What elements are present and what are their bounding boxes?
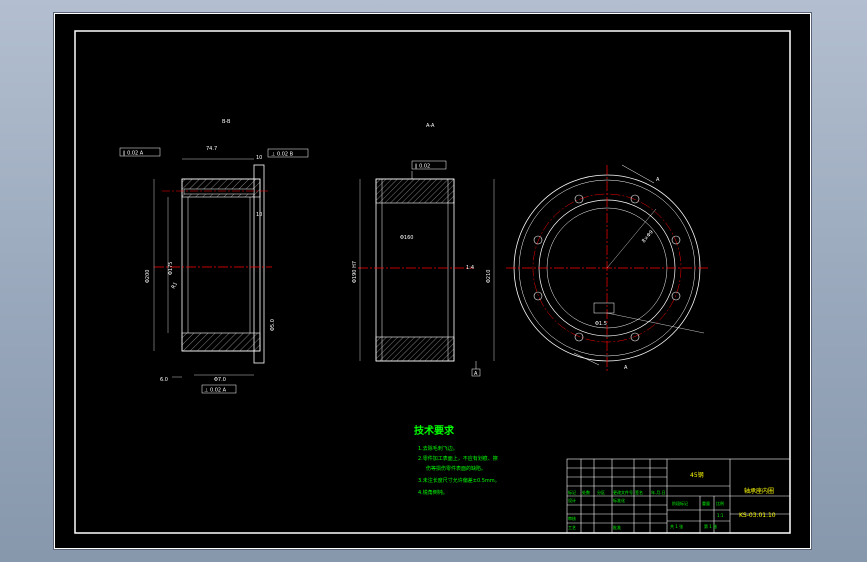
left-dim-top-text: 74.7 bbox=[206, 146, 217, 152]
title-block[interactable] bbox=[566, 458, 791, 534]
left-view-label: B-B bbox=[222, 119, 231, 125]
tb-sheet-no: 第 1 张 bbox=[704, 523, 717, 529]
tb-sheet-total: 共 1 张 bbox=[670, 523, 683, 529]
tb-col-label-2: 重量 bbox=[702, 500, 710, 506]
tb-col-label-1: 阶段标记 bbox=[672, 500, 688, 506]
bolt-hole-4 bbox=[533, 291, 543, 301]
left-dim-top-right-text: 10 bbox=[256, 155, 262, 161]
middle-tol: ∥ 0.02 bbox=[415, 164, 430, 170]
tech-req-line-1: 1.去除毛刺飞边。 bbox=[418, 445, 458, 452]
left-tol-right: ⊥ 0.02 B bbox=[271, 152, 294, 158]
right-label-a-bottom: A bbox=[624, 365, 628, 371]
drawing-viewport[interactable]: B-B ∥ 0.02 A 74.7 10 ⊥ 0.02 B 10 Φ200 Φ1… bbox=[54, 13, 811, 549]
tb-material: 45钢 bbox=[690, 471, 704, 479]
tb-row-label-4: 更改文件号 bbox=[613, 489, 633, 495]
technical-requirements[interactable]: 技术要求 1.去除毛刺飞边。 2.零件加工表面上，不应有划痕、擦 伤等损伤零件表… bbox=[414, 424, 500, 496]
tb-row-label-3: 分区 bbox=[597, 489, 605, 495]
tb-drawing-no: KS-03.01.10 bbox=[739, 512, 776, 519]
bolt-hole-2 bbox=[671, 291, 681, 301]
left-tol-top: ∥ 0.02 A bbox=[123, 151, 144, 157]
middle-bottom-wall bbox=[375, 336, 455, 362]
slot-mark bbox=[593, 302, 615, 314]
right-dim-callout: 8×Φ9 bbox=[641, 229, 655, 244]
middle-dim-right-text: Φ210 bbox=[486, 270, 492, 283]
left-tol-bottom: ⊥ 0.02 A bbox=[204, 388, 227, 394]
left-section-view[interactable]: B-B ∥ 0.02 A 74.7 10 ⊥ 0.02 B 10 Φ200 Φ1… bbox=[119, 119, 309, 394]
bolt-hole-6 bbox=[630, 194, 640, 204]
bolt-hole-5 bbox=[574, 194, 584, 204]
middle-view-label: A-A bbox=[426, 123, 435, 129]
tb-approve: 批准 bbox=[613, 524, 621, 530]
left-dim-left-diam: Φ200 bbox=[145, 270, 151, 283]
middle-body bbox=[375, 178, 455, 362]
left-bottom-wall bbox=[181, 332, 261, 352]
left-dim-right-10: 10 bbox=[256, 212, 262, 218]
middle-top-wall bbox=[375, 178, 455, 204]
tb-standard: 标准化 bbox=[613, 497, 625, 503]
middle-dim-left-text: Φ190 H7 bbox=[352, 261, 358, 283]
right-dim-small: Φ1.5 bbox=[595, 321, 607, 327]
left-dim-r: R1 bbox=[171, 281, 180, 290]
middle-dim-right-label: 1:4 bbox=[466, 265, 474, 271]
right-end-view[interactable]: A A 8×Φ9 Φ1.5 bbox=[506, 164, 708, 373]
bolt-hole-3 bbox=[533, 235, 543, 245]
middle-dim-inner-text: Φ160 bbox=[400, 235, 413, 241]
tb-part-name: 轴承座内圈 bbox=[744, 487, 774, 495]
left-body bbox=[181, 178, 261, 352]
tb-scale: 1:1 bbox=[717, 513, 724, 518]
tb-process: 工艺 bbox=[568, 525, 576, 530]
tech-req-line-2: 2.零件加工表面上，不应有划痕、擦 bbox=[418, 455, 498, 462]
tb-row-label-1: 标记 bbox=[568, 489, 576, 495]
tech-req-line-4: 3.未注长度尺寸允许偏差±0.5mm。 bbox=[418, 477, 500, 484]
tb-col-label-3: 比例 bbox=[716, 500, 724, 506]
right-label-a-top: A bbox=[656, 177, 660, 183]
cutting-plane-bottom bbox=[573, 352, 600, 366]
left-dim-bottom-left: 6.0 bbox=[160, 377, 168, 383]
left-dim-bottom-mid: Φ7.0 bbox=[214, 377, 226, 383]
middle-datum: A bbox=[474, 371, 478, 377]
tb-row-label-2: 处数 bbox=[582, 489, 590, 495]
middle-section-view[interactable]: A-A A ∥ 0.02 Φ190 H7 Φ160 1:4 Φ210 bbox=[352, 123, 495, 377]
tb-check: 审核 bbox=[568, 515, 576, 521]
bolt-hole-7 bbox=[574, 332, 584, 342]
cad-drawing: B-B ∥ 0.02 A 74.7 10 ⊥ 0.02 B 10 Φ200 Φ1… bbox=[54, 13, 811, 549]
left-dim-inner-diam: Φ175 bbox=[168, 262, 174, 275]
tb-design: 设计 bbox=[568, 497, 576, 503]
left-dim-right-bottom: Φ5.0 bbox=[270, 319, 276, 331]
left-bolt-hole bbox=[183, 188, 255, 195]
tech-req-line-5: 4.锐角倒钝。 bbox=[418, 489, 448, 496]
bolt-hole-8 bbox=[630, 332, 640, 342]
bolt-hole-1 bbox=[671, 235, 681, 245]
tech-req-title: 技术要求 bbox=[414, 424, 455, 437]
tb-row-label-5: 签名 bbox=[635, 489, 643, 495]
tech-req-line-3: 伤等损伤零件表面的缺陷。 bbox=[426, 465, 486, 472]
tb-row-label-6: 年.月.日 bbox=[651, 489, 666, 495]
left-top-wall bbox=[181, 178, 261, 198]
